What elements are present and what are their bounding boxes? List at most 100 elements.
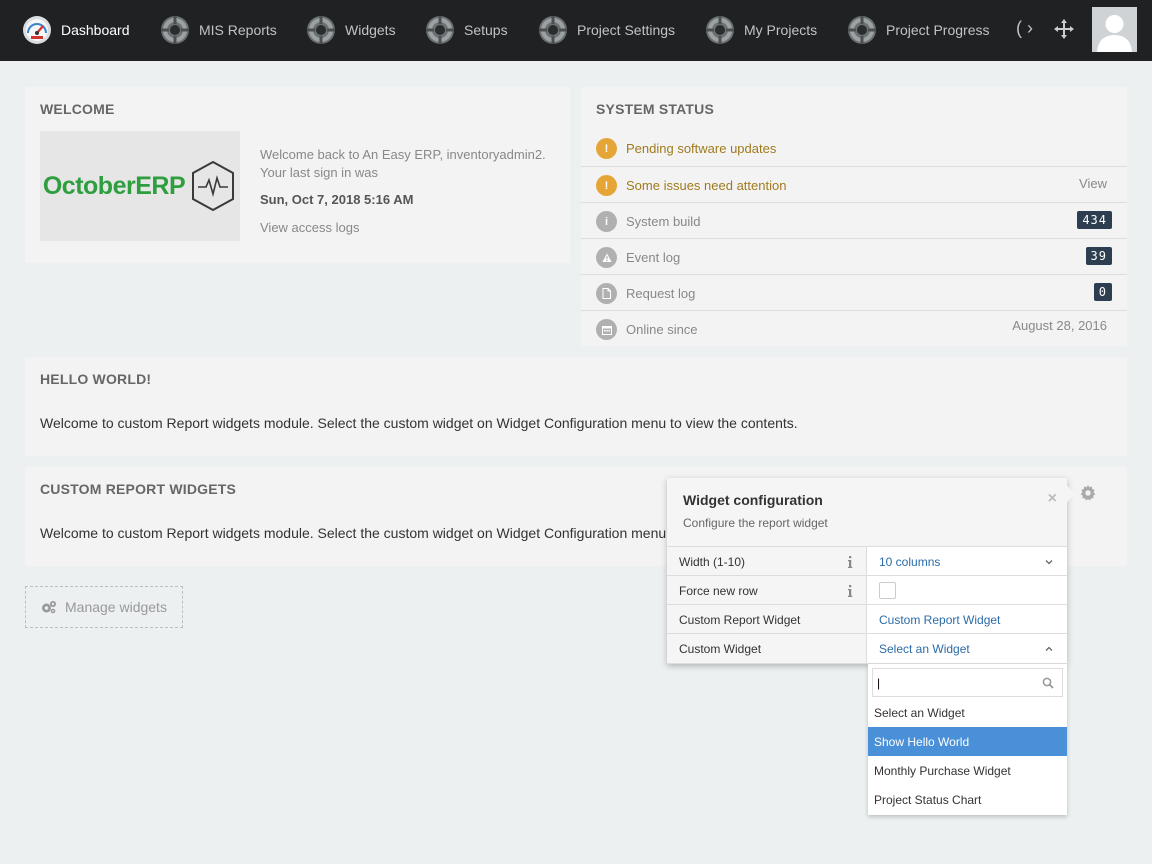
nav-label: My Projects — [744, 22, 818, 38]
panel-title: CUSTOM REPORT WIDGETS — [40, 481, 237, 497]
status-label: Online since — [626, 322, 698, 337]
info-icon[interactable] — [846, 556, 854, 568]
panel-body-text: Welcome to custom Report widgets module.… — [40, 525, 667, 541]
dropdown-search — [872, 668, 1063, 697]
dropdown-options: Select an Widget Show Hello World Monthl… — [868, 698, 1067, 814]
heartbeat-hexagon-icon — [192, 160, 235, 212]
lifebuoy-icon — [161, 16, 189, 44]
logo: OctoberERP — [40, 131, 240, 241]
welcome-message: Welcome back to An Easy ERP, inventoryad… — [260, 147, 546, 180]
nav-label: Project Progress — [886, 22, 990, 38]
user-silhouette-icon — [1092, 7, 1137, 52]
popover-subtitle: Configure the report widget — [683, 516, 828, 530]
nav-item-mis-reports[interactable]: MIS Reports — [160, 14, 277, 46]
status-badge: 434 — [1077, 211, 1112, 229]
search-icon — [1042, 677, 1054, 689]
status-row-pending-updates[interactable]: ! Pending software updates — [581, 130, 1127, 166]
status-row-event-log[interactable]: Event log 39 — [581, 238, 1127, 274]
status-row-system-build: i System build 434 — [581, 202, 1127, 238]
force-new-row-cell — [867, 576, 1067, 604]
manage-widgets-button[interactable]: Manage widgets — [25, 586, 183, 628]
panel-title: WELCOME — [40, 101, 115, 117]
view-access-logs-link[interactable]: View access logs — [260, 220, 359, 235]
move-arrows-icon[interactable] — [1052, 17, 1076, 41]
lifebuoy-icon — [848, 16, 876, 44]
nav-label: Widgets — [345, 22, 396, 38]
lifebuoy-icon — [706, 16, 734, 44]
config-label: Custom Report Widget — [667, 605, 867, 633]
config-row-custom-widget: Custom Widget Select an Widget — [667, 634, 1067, 664]
config-label: Custom Widget — [667, 634, 867, 663]
calendar-icon — [596, 319, 617, 340]
nav-item-my-projects[interactable]: My Projects — [705, 14, 817, 46]
close-icon[interactable]: × — [1048, 490, 1057, 508]
dropdown-option-highlighted[interactable]: Show Hello World — [868, 727, 1067, 756]
width-select-value: 10 columns — [879, 555, 941, 569]
dropdown-option[interactable]: Monthly Purchase Widget — [868, 756, 1067, 785]
config-label-text: Force new row — [679, 584, 758, 598]
widget-configuration-popover: Widget configuration Configure the repor… — [667, 478, 1075, 664]
nav-label: MIS Reports — [199, 22, 277, 38]
nav-item-project-settings[interactable]: Project Settings — [538, 14, 675, 46]
status-row-issues[interactable]: ! Some issues need attention View — [581, 166, 1127, 202]
lifebuoy-icon — [307, 16, 335, 44]
welcome-panel: WELCOME OctoberERP Welcome back to An Ea… — [25, 87, 570, 263]
manage-widgets-label: Manage widgets — [65, 599, 167, 615]
top-navbar: Dashboard MIS Reports Widgets Setups Pro… — [0, 0, 1152, 61]
status-label: Event log — [626, 250, 681, 265]
nav-label: Project Settings — [577, 22, 676, 38]
info-icon: i — [596, 211, 617, 232]
system-status-panel: SYSTEM STATUS ! Pending software updates… — [581, 87, 1127, 346]
nav-label: Dashboard — [61, 22, 130, 38]
custom-report-widget-field[interactable]: Custom Report Widget — [867, 605, 1067, 633]
width-select[interactable]: 10 columns — [867, 547, 1067, 575]
config-row-width: Width (1-10) 10 columns — [667, 547, 1067, 576]
file-icon — [596, 283, 617, 304]
force-new-row-checkbox[interactable] — [879, 582, 896, 599]
view-issues-link[interactable]: View — [1079, 176, 1107, 191]
gear-icon[interactable] — [1080, 485, 1096, 501]
chevron-down-icon — [1045, 560, 1053, 565]
gears-icon — [42, 601, 56, 614]
status-label: Request log — [626, 286, 696, 301]
nav-item-project-progress[interactable]: Project Progress — [847, 14, 989, 46]
custom-widget-select-value: Select an Widget — [879, 642, 970, 656]
status-row-online-since: Online since August 28, 2016 — [581, 310, 1127, 346]
panel-title: HELLO WORLD! — [40, 371, 152, 387]
config-row-custom-report-widget: Custom Report Widget Custom Report Widge… — [667, 605, 1067, 634]
warning-icon — [596, 247, 617, 268]
config-label: Width (1-10) — [667, 547, 867, 575]
custom-widget-dropdown: Select an Widget Show Hello World Monthl… — [868, 664, 1067, 815]
popover-title: Widget configuration — [683, 492, 823, 508]
nav-item-dashboard[interactable]: Dashboard — [22, 14, 130, 46]
config-label: Force new row — [667, 576, 867, 604]
config-row-force-new-row: Force new row — [667, 576, 1067, 605]
nav-item-widgets[interactable]: Widgets — [306, 14, 396, 46]
speedometer-icon — [23, 16, 51, 44]
status-label: Some issues need attention — [626, 178, 787, 193]
online-since-date: August 28, 2016 — [1012, 318, 1107, 333]
chevron-up-icon — [1045, 646, 1053, 651]
avatar[interactable] — [1092, 7, 1137, 52]
hello-world-panel: HELLO WORLD! Welcome to custom Report wi… — [25, 357, 1127, 456]
logo-text: OctoberERP — [42, 171, 186, 200]
exclamation-icon: ! — [596, 138, 617, 159]
status-label: Pending software updates — [626, 141, 777, 156]
panel-body-text: Welcome to custom Report widgets module.… — [40, 415, 798, 431]
status-badge: 39 — [1085, 247, 1112, 265]
status-badge: 0 — [1093, 283, 1112, 301]
nav-item-setups[interactable]: Setups — [425, 14, 508, 46]
panel-title: SYSTEM STATUS — [596, 101, 714, 117]
last-signin-date: Sun, Oct 7, 2018 5:16 AM — [260, 192, 414, 207]
status-row-request-log[interactable]: Request log 0 — [581, 274, 1127, 310]
nav-overflow-toggle[interactable]: ( › — [1016, 18, 1033, 39]
dropdown-search-input[interactable] — [873, 669, 1033, 696]
exclamation-icon: ! — [596, 175, 617, 196]
dropdown-option[interactable]: Project Status Chart — [868, 785, 1067, 814]
nav-label: Setups — [464, 22, 508, 38]
dropdown-option[interactable]: Select an Widget — [868, 698, 1067, 727]
info-icon[interactable] — [846, 585, 854, 597]
status-label: System build — [626, 214, 701, 229]
custom-widget-select[interactable]: Select an Widget — [867, 634, 1067, 663]
lifebuoy-icon — [539, 16, 567, 44]
